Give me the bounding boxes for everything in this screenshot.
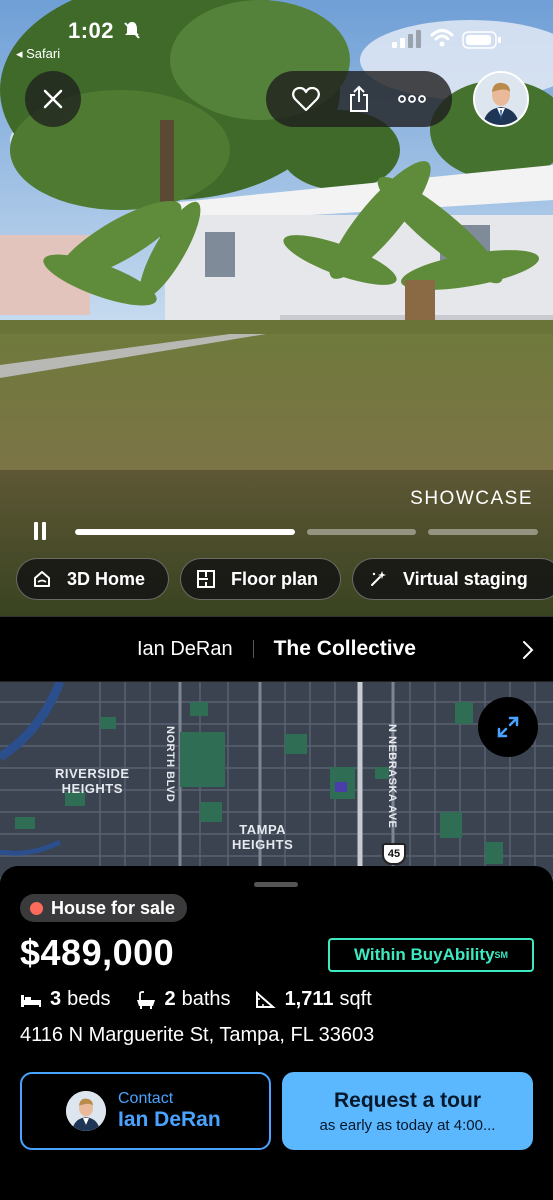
chevron-right-icon <box>523 641 534 659</box>
beds-count: 3 <box>50 988 62 1010</box>
route-shield: 45 <box>382 843 406 865</box>
sqft-fact: 1,711 sqft <box>255 988 372 1011</box>
chip-label: Virtual staging <box>403 568 528 589</box>
ellipsis-icon <box>397 95 426 103</box>
pause-button[interactable] <box>32 522 48 540</box>
share-icon <box>349 85 368 112</box>
share-button[interactable] <box>344 84 374 114</box>
more-options-button[interactable] <box>397 84 427 114</box>
agent-name: Ian DeRan <box>136 637 233 660</box>
tour-title: Request a tour <box>333 1088 482 1112</box>
bathtub-icon <box>136 990 155 1009</box>
status-dot <box>30 901 43 915</box>
map-label-north-blvd: NORTH BLVD <box>164 726 176 803</box>
contact-agent-button[interactable]: Contact Ian DeRan <box>20 1072 271 1150</box>
close-icon <box>43 89 63 109</box>
map-label-tampa-heights: TAMPA HEIGHTS <box>232 822 293 852</box>
heart-icon <box>292 86 321 112</box>
listing-actions <box>266 71 452 127</box>
wifi-icon <box>430 29 454 47</box>
tour-subtitle: as early as today at 4:00... <box>319 1116 496 1134</box>
buyability-badge[interactable]: Within BuyAbility SM <box>328 938 534 972</box>
contact-name: Ian DeRan <box>118 1108 221 1131</box>
clock: 1:02 <box>68 18 115 43</box>
baths-label: baths <box>181 988 231 1010</box>
silent-bell-icon <box>124 22 140 39</box>
ruler-triangle-icon <box>255 990 276 1008</box>
price: $489,000 <box>20 932 175 973</box>
brokerage-name: The Collective <box>273 637 416 660</box>
map-label-nebraska-ave: N NEBRASKA AVE <box>386 724 398 829</box>
progress-segment-2 <box>307 529 416 535</box>
showcase-label: SHOWCASE <box>410 488 533 509</box>
sqft-count: 1,711 <box>284 988 334 1010</box>
home-facts: 3 beds 2 baths 1,711 sqft <box>20 988 396 1011</box>
divider <box>252 640 254 658</box>
3d-home-chip[interactable]: 3D Home <box>16 558 169 600</box>
bed-icon <box>21 994 41 1007</box>
neighborhood-map[interactable]: RIVERSIDE HEIGHTS TAMPA HEIGHTS NORTH BL… <box>0 682 553 882</box>
status-badge: House for sale <box>20 894 188 922</box>
listing-photo[interactable]: 1:02 ◂ Safari SHOWCASE 3D Home Floor pla… <box>0 0 553 616</box>
back-to-app-link[interactable]: ◂ Safari <box>16 46 60 62</box>
contact-label: Contact <box>118 1090 174 1107</box>
baths-count: 2 <box>164 988 176 1010</box>
sheet-grabber[interactable] <box>254 882 298 887</box>
agent-portrait <box>475 73 527 125</box>
expand-map-button[interactable] <box>478 697 538 757</box>
chip-label: 3D Home <box>67 568 146 589</box>
address: 4116 N Marguerite St, Tampa, FL 33603 <box>20 1024 375 1046</box>
map-label-line: HEIGHTS <box>61 781 123 796</box>
cellular-signal-icon <box>392 30 421 48</box>
map-label-riverside-heights: RIVERSIDE HEIGHTS <box>55 766 130 796</box>
virtual-staging-chip[interactable]: Virtual staging <box>352 558 553 600</box>
expand-icon <box>497 716 519 738</box>
buyability-text: Within BuyAbility <box>353 945 495 964</box>
agent-avatar[interactable] <box>473 71 529 127</box>
baths-fact: 2 baths <box>135 988 231 1011</box>
progress-fill <box>75 529 295 535</box>
3d-home-icon <box>31 568 53 590</box>
contact-text: Contact Ian DeRan <box>118 1090 221 1132</box>
save-button[interactable] <box>291 84 321 114</box>
beds-label: beds <box>67 988 111 1010</box>
floor-plan-icon <box>195 568 217 590</box>
status-text: House for sale <box>51 897 176 918</box>
map-label-line: RIVERSIDE <box>55 766 130 781</box>
progress-segment-1 <box>75 529 295 535</box>
chip-label: Floor plan <box>231 568 318 589</box>
pause-icon <box>34 522 38 540</box>
agent-avatar <box>66 1091 106 1131</box>
map-label-line: HEIGHTS <box>232 837 294 852</box>
progress-segment-3 <box>428 529 538 535</box>
beds-fact: 3 beds <box>20 988 111 1011</box>
floor-plan-chip[interactable]: Floor plan <box>180 558 341 600</box>
close-button[interactable] <box>25 71 81 127</box>
listing-sheet: House for sale $489,000 Within BuyAbilit… <box>0 866 553 1200</box>
agent-portrait <box>66 1091 106 1131</box>
magic-wand-icon <box>367 568 389 590</box>
map-label-line: TAMPA <box>239 822 287 837</box>
battery-icon <box>462 31 501 49</box>
request-tour-button[interactable]: Request a tour as early as today at 4:00… <box>282 1072 533 1150</box>
agent-bar[interactable]: Ian DeRan The Collective <box>0 616 553 682</box>
service-mark: SM <box>494 950 509 960</box>
status-bar: 1:02 ◂ Safari <box>0 0 553 64</box>
sqft-label: sqft <box>339 988 372 1010</box>
